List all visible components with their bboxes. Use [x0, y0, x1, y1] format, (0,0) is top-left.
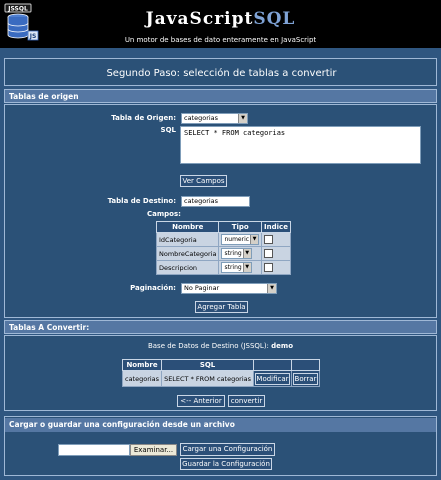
chevron-down-icon: ▼	[242, 249, 251, 258]
convertir-header-empty	[290, 359, 321, 371]
convertir-header-empty	[253, 359, 292, 371]
campo-nombre: IdCategoria	[155, 232, 220, 247]
app-subtitle: Un motor de bases de dato enteramente en…	[124, 36, 317, 44]
origen-section-header: Tablas de origen	[4, 89, 437, 103]
guardar-configuracion-button[interactable]: Guardar la Configuración	[180, 458, 272, 470]
tabla-destino-input[interactable]: categorias	[181, 196, 250, 207]
title-main: JavaScript	[145, 9, 254, 29]
base-destino-label: Base de Datos de Destino (JSSQL):	[147, 342, 269, 350]
convertir-table: Nombre SQL categorias SELECT * FROM cate…	[121, 359, 321, 387]
chevron-down-icon: ▼	[242, 263, 251, 272]
campos-label: Campos:	[147, 210, 181, 218]
modificar-button[interactable]: Modificar	[255, 372, 290, 385]
tipo-select[interactable]: numeric ▼	[221, 234, 260, 245]
step-title-panel: Segundo Paso: selección de tablas a conv…	[4, 58, 437, 86]
tabla-origen-label: Tabla de Origen:	[111, 114, 176, 122]
tabla-origen-select[interactable]: categorias ▼	[181, 113, 248, 124]
campo-nombre: NombreCategoria	[155, 246, 220, 261]
table-row: NombreCategoria string ▼	[155, 246, 291, 261]
convertir-nombre: categorias	[121, 370, 163, 387]
tipo-select[interactable]: string ▼	[221, 262, 252, 273]
chevron-down-icon: ▼	[250, 235, 259, 244]
convertir-section-header: Tablas A Convertir:	[4, 320, 437, 334]
file-path-input[interactable]	[58, 444, 130, 456]
sql-textarea[interactable]: SELECT * FROM categorias	[180, 126, 421, 164]
borrar-button[interactable]: Borrar	[292, 372, 318, 385]
sql-label: SQL	[160, 126, 176, 134]
examinar-button[interactable]: Examinar...	[130, 444, 177, 456]
convertir-header-sql: SQL	[161, 359, 255, 371]
table-row: IdCategoria numeric ▼	[155, 232, 291, 247]
cargar-configuracion-button[interactable]: Cargar una Configuración	[180, 443, 275, 456]
tabla-origen-value: categorias	[184, 114, 219, 122]
agregar-tabla-button[interactable]: Agregar Tabla	[195, 301, 248, 313]
chevron-down-icon: ▼	[238, 114, 247, 123]
convertir-sql: SELECT * FROM categorias	[161, 370, 255, 387]
config-section-header: Cargar o guardar una configuración desde…	[5, 418, 436, 432]
step-title: Segundo Paso: selección de tablas a conv…	[106, 68, 337, 79]
base-destino-value: demo	[271, 342, 294, 350]
tabla-destino-label: Tabla de Destino:	[107, 197, 176, 205]
app-header: JSSQL JS JavaScriptSQL Un motor de bases…	[0, 0, 441, 48]
chevron-down-icon: ▼	[267, 284, 276, 293]
tipo-value: string	[224, 250, 242, 257]
indice-checkbox[interactable]	[264, 235, 274, 244]
paginacion-value: No Paginar	[184, 284, 220, 292]
campos-table: Nombre Tipo Indice IdCategoria numeric ▼ …	[155, 221, 291, 275]
indice-checkbox[interactable]	[264, 263, 274, 272]
tipo-value: string	[224, 264, 242, 271]
table-row: categorias SELECT * FROM categorias Modi…	[121, 370, 321, 387]
paginacion-label: Paginación:	[130, 284, 176, 292]
paginacion-select[interactable]: No Paginar ▼	[181, 283, 277, 294]
campos-header-nombre: Nombre	[155, 221, 220, 233]
app-title: JavaScriptSQL	[0, 9, 441, 29]
tipo-select[interactable]: string ▼	[221, 248, 252, 259]
base-destino-line: Base de Datos de Destino (JSSQL): demo	[0, 342, 441, 350]
campos-header-tipo: Tipo	[218, 221, 263, 233]
title-accent: SQL	[253, 9, 296, 29]
convertir-button[interactable]: convertir	[228, 395, 265, 407]
table-row: Descripcion string ▼	[155, 260, 291, 275]
indice-checkbox[interactable]	[264, 249, 274, 258]
campos-header-indice: Indice	[261, 221, 291, 233]
ver-campos-button[interactable]: Ver Campos	[180, 175, 227, 187]
anterior-button[interactable]: <-- Anterior	[177, 395, 225, 407]
convertir-header-nombre: Nombre	[121, 359, 163, 371]
tipo-value: numeric	[224, 236, 250, 243]
campo-nombre: Descripcion	[155, 260, 220, 275]
